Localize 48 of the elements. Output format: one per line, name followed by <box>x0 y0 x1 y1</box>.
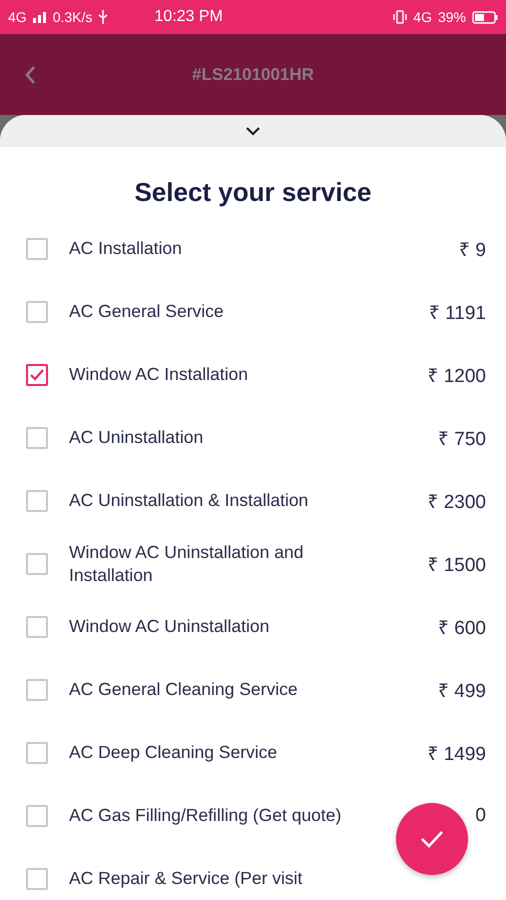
battery-percent: 39% <box>438 9 466 25</box>
back-icon[interactable] <box>24 64 36 84</box>
checkbox[interactable] <box>26 364 48 386</box>
service-name: AC Deep Cleaning Service <box>69 741 278 764</box>
service-price: ₹ 1499 <box>427 742 486 766</box>
sheet-handle[interactable] <box>0 115 506 147</box>
service-name: Window AC Uninstallation <box>69 615 270 638</box>
checkbox[interactable] <box>26 552 48 574</box>
checkbox[interactable] <box>26 742 48 764</box>
service-price: ₹ 2300 <box>427 490 486 514</box>
checkbox[interactable] <box>26 426 48 448</box>
vibrate-icon <box>393 10 408 24</box>
usb-icon <box>98 10 108 24</box>
service-name: Window AC Installation <box>69 363 249 386</box>
checkbox[interactable] <box>26 300 48 322</box>
sheet-title: Select your service <box>133 177 373 208</box>
service-price: ₹ 1191 <box>428 302 486 324</box>
clock-time: 10:23 PM <box>154 8 223 26</box>
checkbox[interactable] <box>26 678 48 700</box>
service-price: ₹ 600 <box>438 616 486 640</box>
service-price: ₹ 499 <box>438 680 486 702</box>
check-icon <box>29 368 45 382</box>
service-price: ₹ 9 <box>459 238 486 262</box>
service-name: AC Uninstallation & Installation <box>69 489 310 512</box>
checkbox[interactable] <box>26 490 48 512</box>
speed-label: 0.3K/s <box>52 9 92 25</box>
battery-icon <box>472 10 498 24</box>
network-label: 4G <box>8 9 27 25</box>
service-price: ₹ 1200 <box>427 364 486 388</box>
service-price: ₹ 750 <box>438 428 486 450</box>
service-name: AC Repair & Service (Per visit <box>69 867 304 890</box>
service-name: AC General Cleaning Service <box>69 678 299 701</box>
network-label: 4G <box>413 9 432 25</box>
check-icon <box>419 829 445 849</box>
service-price: ₹ 1500 <box>427 554 486 576</box>
service-price: 0 <box>475 804 486 826</box>
service-name: AC General Service <box>69 300 225 323</box>
checkbox[interactable] <box>26 804 48 826</box>
signal-icon <box>32 12 47 22</box>
checkbox[interactable] <box>26 616 48 638</box>
checkbox[interactable] <box>26 868 48 890</box>
order-id-title: #LS2101001HR <box>192 64 314 84</box>
service-name: AC Installation <box>69 237 183 260</box>
service-name: AC Gas Filling/Refilling (Get quote) <box>69 804 342 827</box>
checkbox[interactable] <box>26 238 48 260</box>
chevron-down-icon <box>245 126 261 136</box>
service-name: Window AC Uninstallation and Installation <box>69 540 304 586</box>
service-name: AC Uninstallation <box>69 426 204 449</box>
